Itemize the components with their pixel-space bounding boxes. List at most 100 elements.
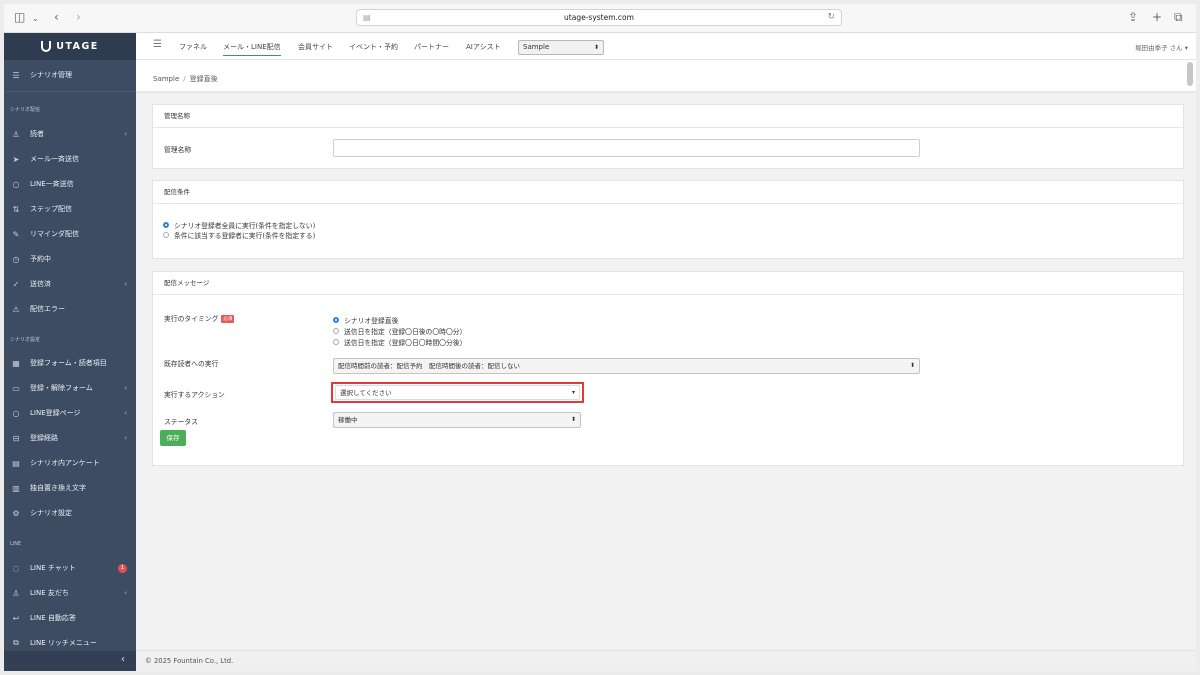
chevron-left-icon: ‹ — [124, 280, 127, 288]
sidebar-section-delivery: シナリオ配信 — [10, 107, 41, 113]
copyright-text: © 2025 Fountain Co., Ltd. — [145, 657, 234, 665]
reply-icon: ↩ — [12, 613, 20, 623]
tab-funnel[interactable]: ファネル — [179, 42, 207, 52]
sidebar-item-register-route[interactable]: ⊟ 登録経路 ‹ — [4, 430, 136, 446]
app-logo[interactable]: UTAGE — [4, 33, 136, 60]
card-delivery-message: 配信メッセージ 実行のタイミング 必須 シナリオ登録直後 送信日を指定（登録〇日後… — [152, 271, 1184, 466]
radio-label: シナリオ登録者全員に実行(条件を指定しない) — [174, 222, 316, 230]
radio-unselected[interactable] — [333, 339, 339, 345]
collapse-icon[interactable]: ‹ — [121, 654, 125, 665]
sidebar-item-line-friends[interactable]: ♙ LINE 友だち ‹ — [4, 585, 136, 601]
sidebar-section-settings: シナリオ設定 — [10, 337, 41, 343]
scrollbar[interactable] — [1187, 62, 1193, 86]
sidebar-item-label: ステップ配信 — [30, 205, 72, 213]
timing-option-day-time[interactable]: 送信日を指定（登録〇日後の〇時〇分） — [333, 326, 466, 336]
sidebar-item-label: 登録フォーム・読者項目 — [30, 359, 107, 367]
reload-icon[interactable]: ↻ — [827, 10, 835, 25]
sidebar-item-reminder[interactable]: ✎ リマインダ配信 — [4, 226, 136, 242]
sidebar-item-line-rich-menu[interactable]: ⧉ LINE リッチメニュー — [4, 635, 136, 651]
utage-logo-icon — [41, 41, 52, 52]
sidebar-item-line-auto-reply[interactable]: ↩ LINE 自動応答 — [4, 610, 136, 626]
breadcrumb-current: 登録直後 — [189, 75, 218, 83]
sidebar-item-scheduled[interactable]: ◷ 予約中 — [4, 251, 136, 267]
card-header: 配信メッセージ — [153, 272, 1183, 295]
card-delivery-condition: 配信条件 シナリオ登録者全員に実行(条件を指定しない) 条件に該当する登録者に実… — [152, 180, 1184, 259]
back-icon[interactable]: ‹ — [54, 10, 59, 24]
chat-icon: ○ — [12, 179, 20, 189]
timing-option-elapsed[interactable]: 送信日を指定（登録〇日〇時間〇分後） — [333, 337, 466, 347]
action-select[interactable]: 選択してください ▾ — [335, 385, 580, 400]
breadcrumb-root[interactable]: Sample — [153, 75, 179, 83]
sidebar-item-scenario-manage[interactable]: ☰ シナリオ管理 — [4, 67, 136, 83]
existing-readers-select[interactable]: 配信時間前の読者：配信予約 配信時間後の読者：配信しない ⬍ — [333, 358, 920, 374]
sidebar-item-line-register-page[interactable]: ○ LINE登録ページ ‹ — [4, 405, 136, 421]
chevron-left-icon: ‹ — [124, 409, 127, 417]
sidebar-item-mail-broadcast[interactable]: ➤ メール一斉送信 — [4, 151, 136, 167]
condition-filtered-option[interactable]: 条件に該当する登録者に実行(条件を指定する) — [163, 230, 315, 240]
sidebar-item-readers[interactable]: ♙ 読者 ‹ — [4, 126, 136, 142]
timing-option-immediate[interactable]: シナリオ登録直後 — [333, 315, 398, 325]
sidebar-item-label: シナリオ内アンケート — [30, 459, 100, 467]
sidebar-item-label: LINE 友だち — [30, 589, 69, 597]
chevron-down-icon[interactable]: ⌄ — [32, 12, 39, 26]
hamburger-icon[interactable]: ☰ — [153, 39, 162, 50]
share-icon[interactable]: ⇪ — [1128, 10, 1138, 24]
sidebar-toggle-icon[interactable]: ◫ — [14, 10, 25, 24]
updown-arrow-icon: ⬍ — [570, 416, 576, 423]
sidebar: UTAGE ☰ シナリオ管理 シナリオ配信 ♙ 読者 ‹ ➤ メール一斉送信 ○… — [4, 33, 136, 671]
notification-badge: 1 — [118, 563, 127, 573]
sidebar-item-step-delivery[interactable]: ⇅ ステップ配信 — [4, 201, 136, 217]
sidebar-item-line-broadcast[interactable]: ○ LINE一斉送信 — [4, 176, 136, 192]
sidebar-item-label: メール一斉送信 — [30, 155, 79, 163]
user-icon: ♙ — [12, 588, 20, 598]
copy-icon: ⧉ — [13, 638, 19, 647]
sidebar-item-line-chat[interactable]: ◌ LINE チャット 1 — [4, 560, 136, 576]
radio-unselected[interactable] — [163, 232, 169, 238]
radio-selected[interactable] — [333, 317, 339, 323]
sidebar-item-register-cancel-form[interactable]: ▭ 登録・解除フォーム ‹ — [4, 380, 136, 396]
existing-readers-label: 既存読者への実行 — [164, 360, 219, 368]
sidebar-item-delivery-error[interactable]: ⚠ 配信エラー — [4, 301, 136, 317]
radio-unselected[interactable] — [333, 328, 339, 334]
tab-mail-line[interactable]: メール・LINE配信 — [223, 42, 281, 56]
sidebar-item-sent[interactable]: ✓ 送信済 ‹ — [4, 276, 136, 292]
condition-all-option[interactable]: シナリオ登録者全員に実行(条件を指定しない) — [163, 220, 315, 230]
tab-ai-assist[interactable]: AIアシスト — [466, 42, 501, 52]
account-select[interactable]: Sample ⬍ — [518, 40, 604, 55]
pencil-icon: ✎ — [12, 229, 20, 239]
forward-icon[interactable]: › — [76, 10, 81, 24]
updown-arrow-icon: ⬍ — [593, 44, 599, 51]
sidebar-item-survey[interactable]: ▤ シナリオ内アンケート — [4, 455, 136, 471]
sidebar-item-label: リマインダ配信 — [30, 230, 79, 238]
status-select-value: 稼働中 — [338, 416, 358, 424]
plus-icon[interactable]: + — [1152, 10, 1162, 24]
sidebar-item-scenario-settings[interactable]: ⚙ シナリオ設定 — [4, 505, 136, 521]
address-bar[interactable]: ▤ utage-system.com ↻ — [356, 9, 842, 26]
tab-event[interactable]: イベント・予約 — [349, 42, 398, 52]
document-icon: ▥ — [12, 483, 20, 493]
required-badge: 必須 — [221, 315, 235, 323]
status-select[interactable]: 稼働中 ⬍ — [333, 412, 581, 428]
sidebar-item-register-form[interactable]: ▦ 登録フォーム・読者項目 — [4, 355, 136, 371]
sidebar-item-label: 登録・解除フォーム — [30, 384, 93, 392]
chevron-left-icon: ‹ — [124, 384, 127, 392]
form-icon: ▭ — [12, 383, 20, 393]
save-button[interactable]: 保存 — [160, 430, 186, 446]
tab-member-site[interactable]: 会員サイト — [298, 42, 333, 52]
management-name-input[interactable] — [333, 139, 920, 157]
url-text: utage-system.com — [564, 13, 634, 22]
chat-bubbles-icon: ◌ — [12, 563, 20, 573]
sidebar-item-label: 読者 — [30, 130, 44, 138]
tabs-icon[interactable]: ⧉ — [1174, 10, 1183, 24]
radio-selected[interactable] — [163, 222, 169, 228]
sidebar-item-custom-replace[interactable]: ▥ 独自置き換え文字 — [4, 480, 136, 496]
sidebar-item-label: 送信済 — [30, 280, 51, 288]
route-icon: ⊟ — [12, 433, 20, 443]
gear-icon: ⚙ — [12, 508, 20, 518]
user-menu[interactable]: 堀田由季子 さん ▾ — [1135, 42, 1188, 52]
card-header: 配信条件 — [153, 181, 1183, 204]
tab-partner[interactable]: パートナー — [414, 42, 449, 52]
radio-label: 条件に該当する登録者に実行(条件を指定する) — [174, 232, 316, 240]
sidebar-item-label: LINE 自動応答 — [30, 614, 76, 622]
radio-label: シナリオ登録直後 — [344, 317, 399, 325]
